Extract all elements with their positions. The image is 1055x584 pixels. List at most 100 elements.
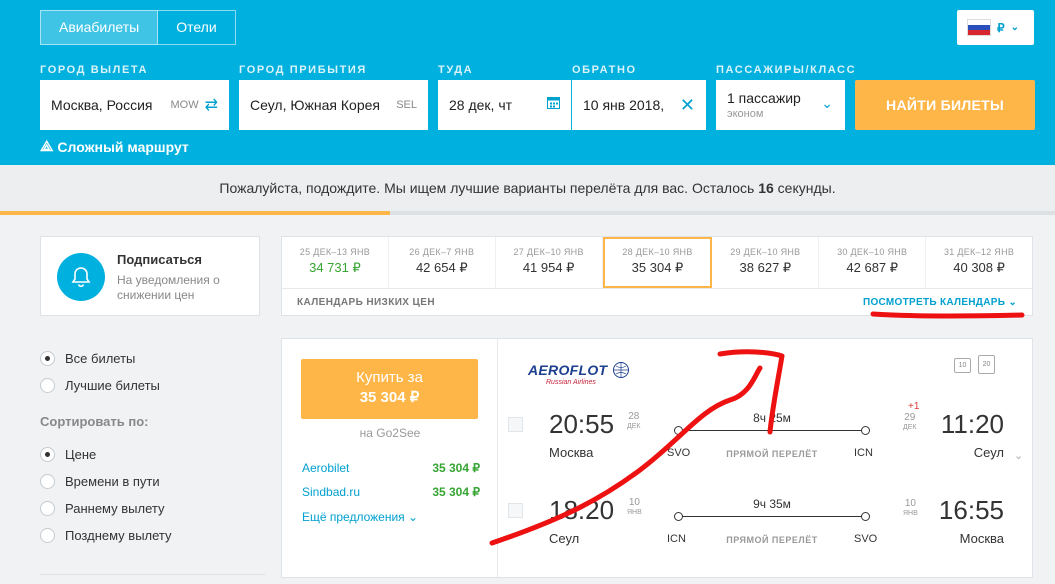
- sort-title: Сортировать по:: [40, 414, 149, 429]
- arrival-airport: ICN: [854, 447, 873, 459]
- direct-flight-label: ПРЯМОЙ ПЕРЕЛЁТ: [726, 535, 818, 545]
- departure-time: 20:55: [549, 409, 615, 439]
- calendar-price: 42 654 ₽: [415, 260, 468, 275]
- more-offers-text: Ещё предложения: [302, 510, 405, 524]
- airline-name: AEROFLOT: [528, 362, 608, 378]
- arrival-airport: SVO: [854, 533, 878, 545]
- departure-date: 28 ДЕК: [627, 412, 641, 432]
- buy-button[interactable]: Купить за 35 304 ₽: [301, 359, 478, 419]
- arrival-time: 11:20: [940, 409, 1004, 439]
- sort-label: Позднему вылету: [65, 528, 172, 543]
- filters-panel: Все билеты Лучшие билеты Сортировать по:…: [40, 345, 265, 575]
- route-line: [674, 426, 870, 435]
- price-alert-card[interactable]: Подписаться На уведомления о снижении це…: [40, 236, 260, 316]
- return-date-field[interactable]: 10 янв 2018, ср ✕: [572, 80, 706, 130]
- calendar-price: 40 308 ₽: [953, 260, 1005, 275]
- origin-field[interactable]: Москва, Россия MOW ⇄: [40, 80, 229, 130]
- arrival-day: 29: [904, 412, 916, 423]
- chevron-down-icon: ⌄: [821, 95, 833, 111]
- airline-emblem-icon: [613, 362, 630, 378]
- agency-offer[interactable]: Aerobilet 35 304 ₽: [302, 461, 480, 475]
- calendar-cell[interactable]: 28 ДЕК–10 ЯНВ 35 304 ₽: [602, 237, 713, 288]
- tab-hotels[interactable]: Отели: [158, 10, 236, 45]
- sort-by-early-departure[interactable]: Раннему вылету: [40, 495, 265, 522]
- complex-route-label: Сложный маршрут: [57, 138, 189, 155]
- status-text: Пожалуйста, подождите. Мы ищем лучшие ва…: [219, 180, 755, 196]
- calendar-dates: 28 ДЕК–10 ЯНВ: [622, 247, 693, 257]
- departure-date: 10 ЯНВ: [627, 498, 642, 518]
- calendar-price: 42 687 ₽: [846, 260, 899, 275]
- chevron-down-icon: ⌄: [1008, 297, 1017, 308]
- calendar-cell[interactable]: 30 ДЕК–10 ЯНВ 42 687 ₽: [819, 237, 927, 288]
- arrival-date: 10 ЯНВ: [903, 499, 918, 519]
- calendar-cell[interactable]: 29 ДЕК–10 ЯНВ 38 627 ₽: [712, 237, 820, 288]
- departure-city: Москва: [549, 445, 594, 460]
- calendar-dates: 26 ДЕК–7 ЯНВ: [409, 247, 475, 257]
- agency-offer[interactable]: Sindbad.ru 35 304 ₽: [302, 485, 480, 499]
- depart-date-field[interactable]: 28 дек, чт: [438, 80, 571, 130]
- filter-label: Лучшие билеты: [65, 378, 160, 393]
- chevron-down-icon: ⌄: [1010, 22, 1020, 33]
- tab-flights[interactable]: Авиабилеты: [40, 10, 159, 45]
- complex-route-link[interactable]: ⟁ Сложный маршрут: [40, 138, 189, 155]
- sort-by-price[interactable]: Цене: [40, 441, 265, 468]
- expand-chevron-icon[interactable]: ⌄: [1014, 449, 1023, 462]
- agency-name: Aerobilet: [302, 461, 350, 475]
- calendar-icon[interactable]: [547, 96, 560, 114]
- buy-price: 35 304 ₽: [359, 389, 420, 406]
- arrival-month: ЯНВ: [903, 510, 918, 517]
- filter-label: Все билеты: [65, 351, 136, 366]
- sort-by-late-departure[interactable]: Позднему вылету: [40, 522, 265, 549]
- calendar-price: 38 627 ₽: [739, 260, 792, 275]
- calendar-cell[interactable]: 25 ДЕК–13 ЯНВ 34 731 ₽: [282, 237, 389, 288]
- passengers-field[interactable]: 1 пассажир эконом ⌄: [716, 80, 845, 130]
- view-calendar-link[interactable]: ПОСМОТРЕТЬ КАЛЕНДАРЬ ⌄: [863, 297, 1017, 308]
- origin-value: Москва, Россия: [51, 97, 153, 113]
- divider: [40, 574, 265, 575]
- departure-time: 18:20: [549, 495, 615, 525]
- destination-label: ГОРОД ПРИБЫТИЯ: [239, 64, 367, 76]
- swap-icon[interactable]: ⇄: [205, 95, 218, 115]
- calendar-dates: 25 ДЕК–13 ЯНВ: [299, 247, 371, 257]
- search-progress: [0, 211, 1055, 215]
- calendar-label: КАЛЕНДАРЬ НИЗКИХ ЦЕН: [297, 297, 435, 308]
- segment-checkbox[interactable]: [508, 503, 523, 518]
- depart-date-value: 28 дек, чт: [449, 97, 513, 113]
- next-day-badge: +1: [908, 401, 920, 412]
- filter-all-tickets[interactable]: Все билеты: [40, 345, 265, 372]
- calendar-cells: 25 ДЕК–13 ЯНВ 34 731 ₽ 26 ДЕК–7 ЯНВ 42 654 …: [282, 237, 1032, 289]
- clear-icon[interactable]: ✕: [680, 95, 695, 116]
- flight-segment-outbound: 20:55 28 ДЕК Москва SVO 8ч 25м ПРЯМОЙ ПЕР…: [504, 401, 1004, 475]
- destination-field[interactable]: Сеул, Южная Корея SEL: [239, 80, 428, 130]
- chevron-down-icon: ⌄: [408, 510, 419, 524]
- sort-label: Цене: [65, 447, 97, 462]
- arrival-city: Сеул: [973, 445, 1004, 460]
- search-button[interactable]: НАЙТИ БИЛЕТЫ: [855, 80, 1035, 130]
- departure-month: ЯНВ: [627, 509, 642, 516]
- calendar-footer: КАЛЕНДАРЬ НИЗКИХ ЦЕН ПОСМОТРЕТЬ КАЛЕНДАР…: [282, 289, 1032, 316]
- sort-by-duration[interactable]: Времени в пути: [40, 468, 265, 495]
- calendar-price: 41 954 ₽: [522, 260, 575, 275]
- calendar-cell[interactable]: 31 ДЕК–12 ЯНВ 40 308 ₽: [926, 237, 1032, 288]
- filter-best-tickets[interactable]: Лучшие билеты: [40, 372, 265, 399]
- agency-price: 35 304 ₽: [432, 485, 480, 499]
- calendar-price: 34 731 ₽: [309, 260, 361, 275]
- destination-code: SEL: [396, 99, 417, 111]
- direct-flight-label: ПРЯМОЙ ПЕРЕЛЁТ: [726, 449, 818, 459]
- class-value: эконом: [727, 108, 764, 120]
- hand-luggage-icon: 10: [954, 358, 971, 373]
- origin-label: ГОРОД ВЫЛЕТА: [40, 64, 149, 76]
- calendar-cell[interactable]: 26 ДЕК–7 ЯНВ 42 654 ₽: [389, 237, 496, 288]
- arrival-day: 10: [904, 498, 916, 509]
- origin-code: MOW: [170, 99, 199, 111]
- buy-label: Купить за: [356, 369, 423, 386]
- more-offers-link[interactable]: Ещё предложения ⌄: [302, 510, 418, 524]
- departure-month: ДЕК: [627, 423, 641, 430]
- radio-icon: [40, 501, 55, 516]
- segment-checkbox[interactable]: [508, 417, 523, 432]
- calendar-dates: 30 ДЕК–10 ЯНВ: [837, 247, 908, 257]
- seller-name: на Go2See: [359, 426, 421, 440]
- locale-selector[interactable]: ₽ ⌄: [957, 10, 1034, 45]
- calendar-cell[interactable]: 27 ДЕК–10 ЯНВ 41 954 ₽: [496, 237, 603, 288]
- calendar-dates: 27 ДЕК–10 ЯНВ: [513, 247, 584, 257]
